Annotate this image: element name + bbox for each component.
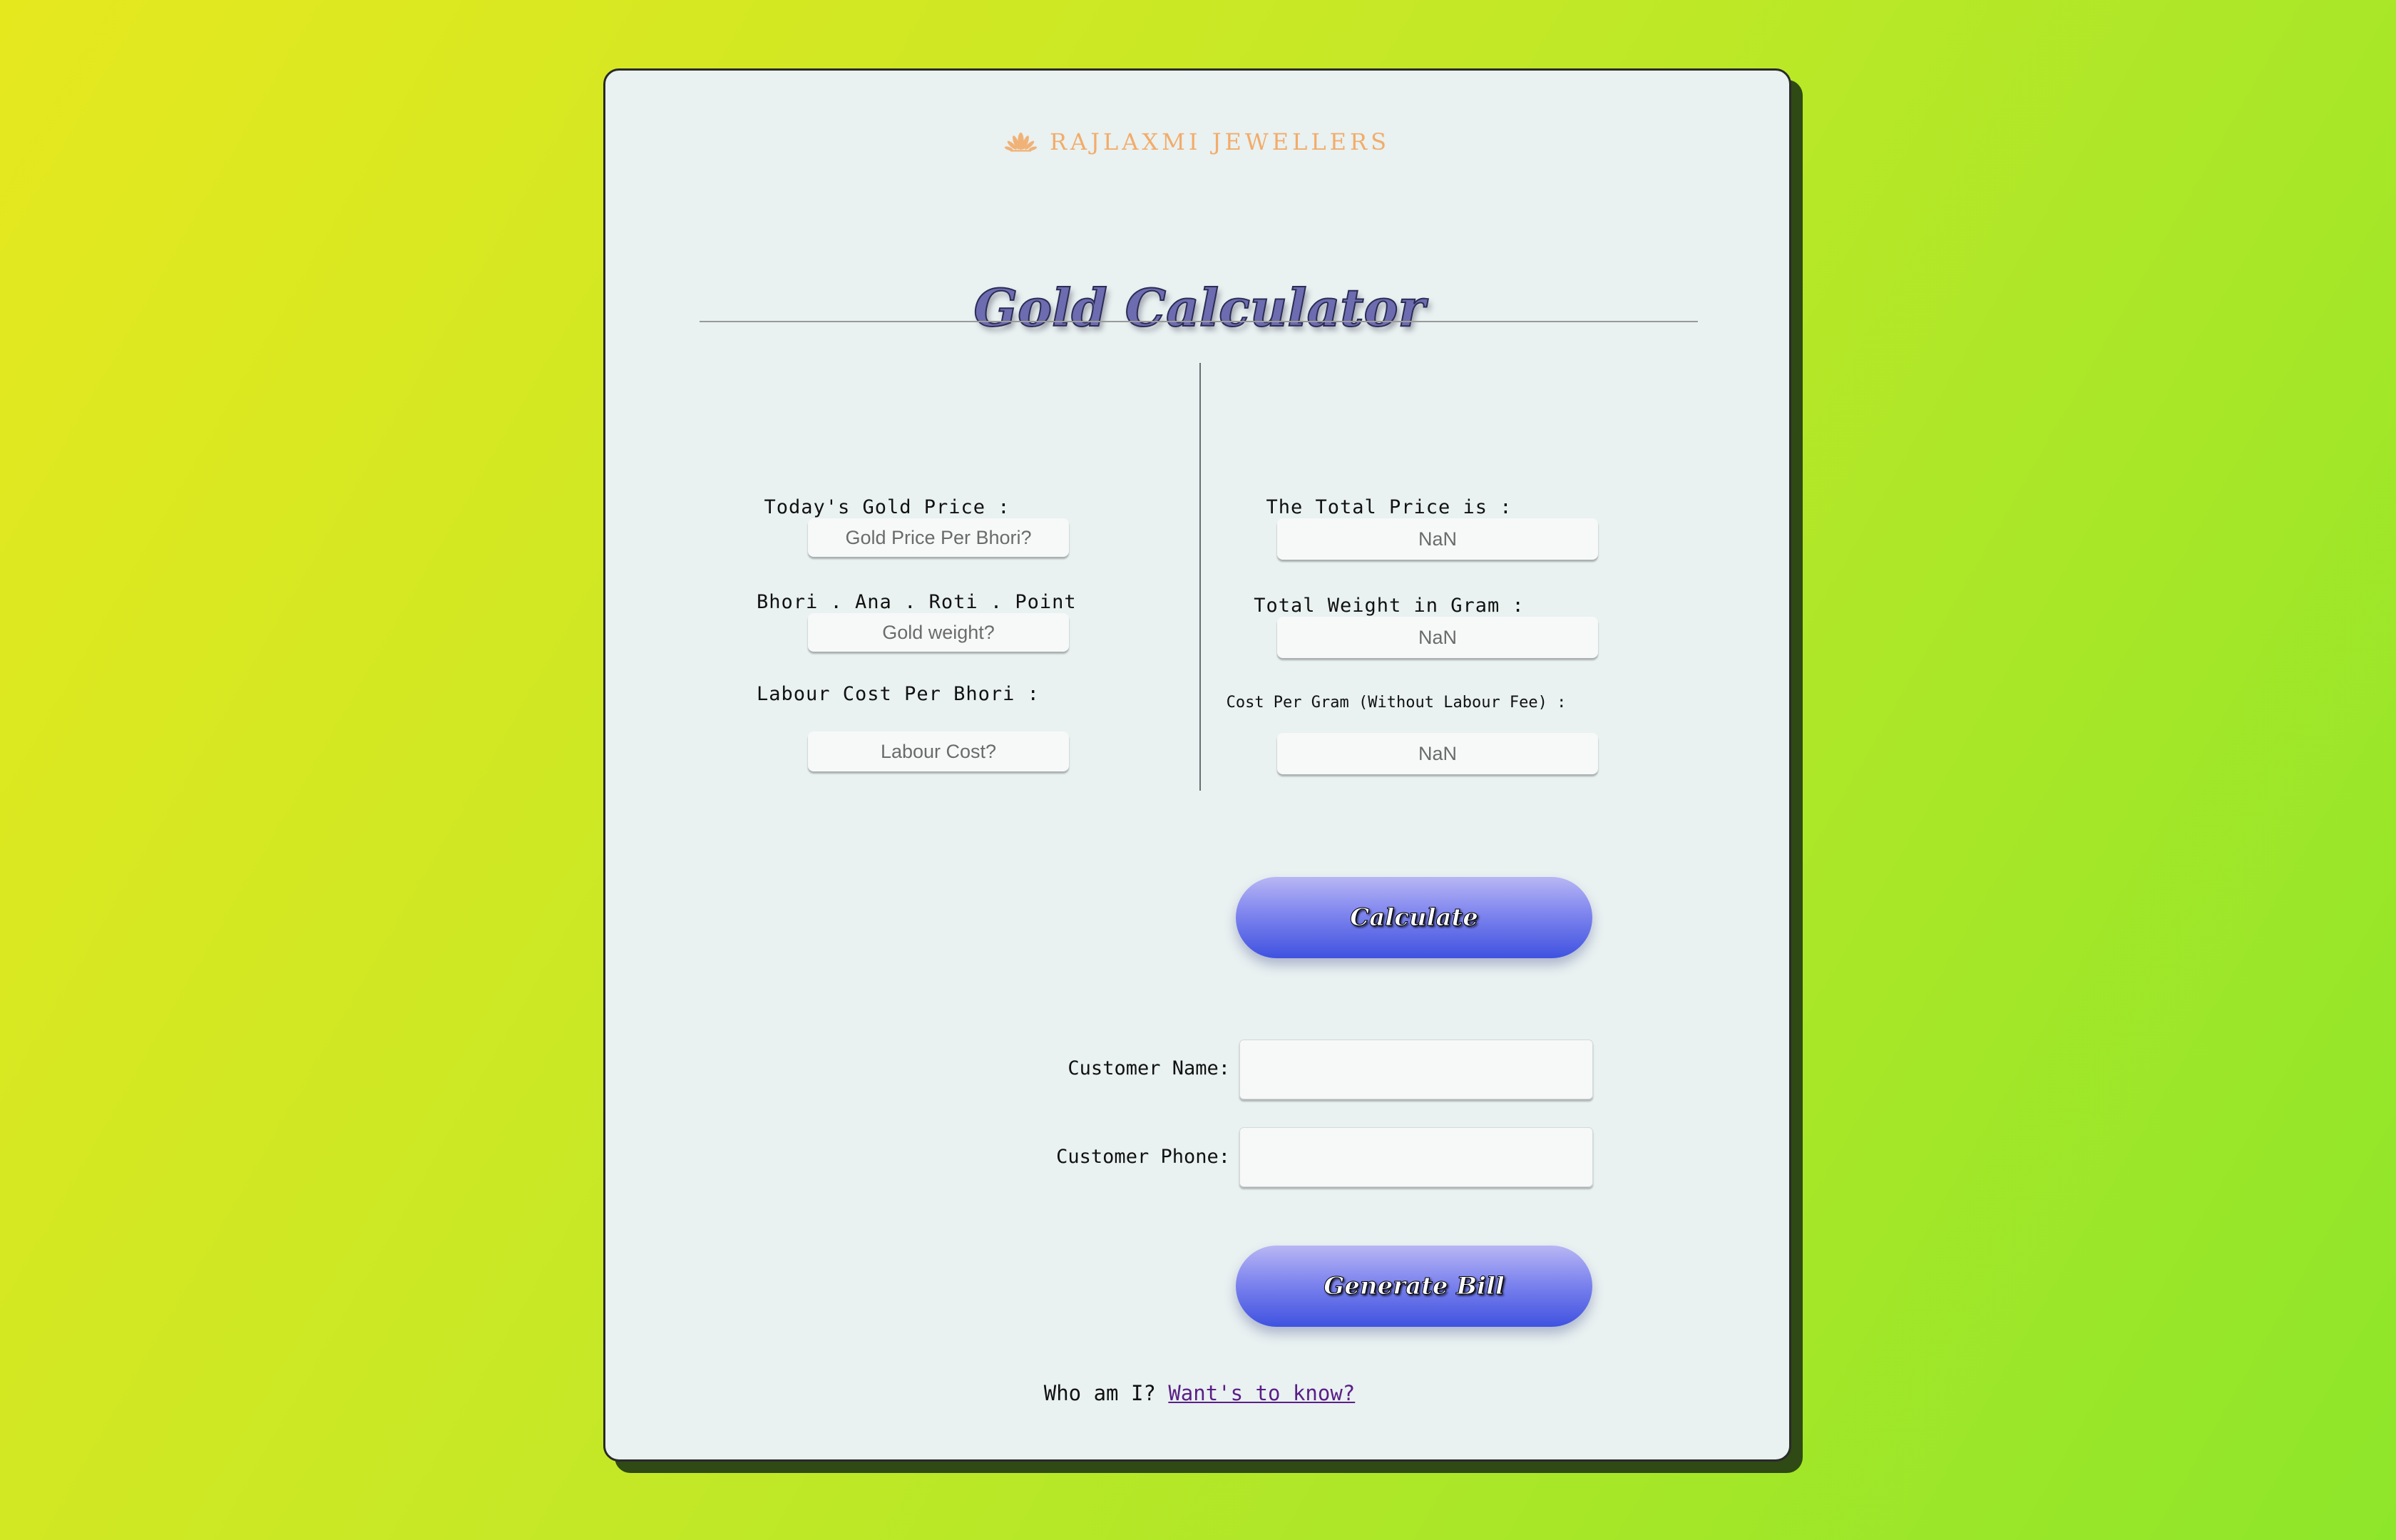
- brand-name: RAJLAXMI JEWELLERS: [1049, 128, 1390, 155]
- brand-logo: RAJLAXMI JEWELLERS: [1005, 113, 1390, 170]
- customer-phone-label: Customer Phone:: [1056, 1146, 1230, 1168]
- page-title: Gold Calculator: [973, 277, 1426, 339]
- calculator-card: RAJLAXMI JEWELLERS Gold Calculator Today…: [603, 68, 1791, 1462]
- total-price-output: NaN: [1277, 518, 1598, 560]
- title-divider: [700, 321, 1698, 322]
- customer-name-label: Customer Name:: [1068, 1057, 1230, 1079]
- labour-cost-input[interactable]: [808, 732, 1069, 771]
- total-price-label: The Total Price is :: [1266, 496, 1512, 518]
- calculate-button[interactable]: Calculate: [1236, 877, 1592, 958]
- gold-price-label: Today's Gold Price :: [764, 496, 1010, 518]
- footer-link[interactable]: Want's to know?: [1168, 1381, 1355, 1405]
- gold-weight-input[interactable]: [808, 613, 1069, 652]
- total-weight-output: NaN: [1277, 617, 1598, 658]
- gold-price-input[interactable]: [808, 518, 1069, 557]
- footer: Who am I? Want's to know?: [605, 1381, 1793, 1405]
- customer-name-input[interactable]: [1239, 1040, 1593, 1099]
- labour-cost-label: Labour Cost Per Bhori :: [757, 683, 1040, 705]
- footer-text: Who am I?: [1043, 1381, 1156, 1405]
- lotus-icon: [1005, 132, 1037, 152]
- customer-phone-input[interactable]: [1239, 1127, 1593, 1187]
- gold-weight-label: Bhori . Ana . Roti . Point: [757, 591, 1077, 613]
- total-weight-label: Total Weight in Gram :: [1254, 595, 1525, 617]
- cost-per-gram-output: NaN: [1277, 733, 1598, 774]
- column-divider: [1199, 363, 1201, 791]
- cost-per-gram-label: Cost Per Gram (Without Labour Fee) :: [1226, 694, 1567, 712]
- generate-bill-button[interactable]: Generate Bill: [1236, 1246, 1592, 1327]
